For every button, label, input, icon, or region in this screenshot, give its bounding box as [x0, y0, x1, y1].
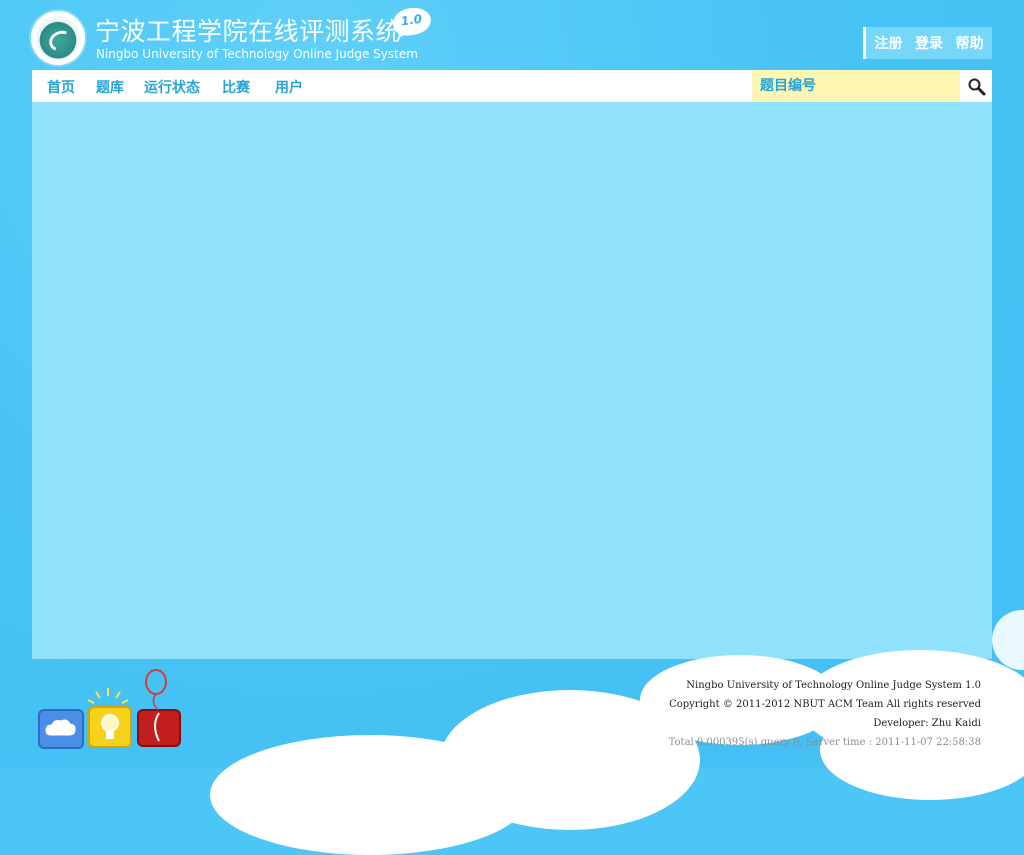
footer-server-stats: Total 0.000395(s) query 0, Server time :…	[668, 737, 981, 748]
chat-cloud-icon[interactable]	[38, 709, 84, 749]
school-emblem-icon[interactable]	[31, 11, 85, 65]
main-content	[32, 102, 992, 659]
footer-developer: Developer: Zhu Kaidi	[873, 718, 981, 729]
nav-users[interactable]: 用户	[275, 77, 303, 97]
version-label: 1.0	[399, 11, 423, 29]
main-nav: 首页 题库 运行状态 比赛 用户	[32, 70, 992, 102]
help-link[interactable]: 帮助	[956, 33, 984, 53]
nav-contests[interactable]: 比赛	[222, 77, 250, 97]
balloon-icon[interactable]	[137, 709, 181, 747]
footer-system-name: Ningbo University of Technology Online J…	[686, 680, 981, 691]
site-footer: Ningbo University of Technology Online J…	[669, 676, 981, 752]
user-links: 注册 登录 帮助	[863, 27, 992, 59]
cloud-decoration	[210, 735, 530, 855]
lightbulb-rays-icon	[87, 688, 129, 704]
site-title: 宁波工程学院在线评测系统	[95, 17, 402, 46]
problem-id-search-input[interactable]	[752, 70, 960, 102]
nav-status[interactable]: 运行状态	[144, 77, 200, 97]
site-subtitle: Ningbo University of Technology Online J…	[96, 47, 418, 61]
footer-copyright: Copyright © 2011-2012 NBUT ACM Team All …	[669, 699, 981, 710]
nav-problems[interactable]: 题库	[96, 77, 124, 97]
search-button[interactable]	[962, 70, 992, 102]
register-link[interactable]: 注册	[874, 33, 902, 53]
lightbulb-icon[interactable]	[88, 706, 132, 748]
magnifier-icon	[968, 78, 986, 96]
balloon-string-icon	[145, 669, 167, 711]
nav-home[interactable]: 首页	[47, 77, 75, 97]
login-link[interactable]: 登录	[915, 33, 943, 53]
